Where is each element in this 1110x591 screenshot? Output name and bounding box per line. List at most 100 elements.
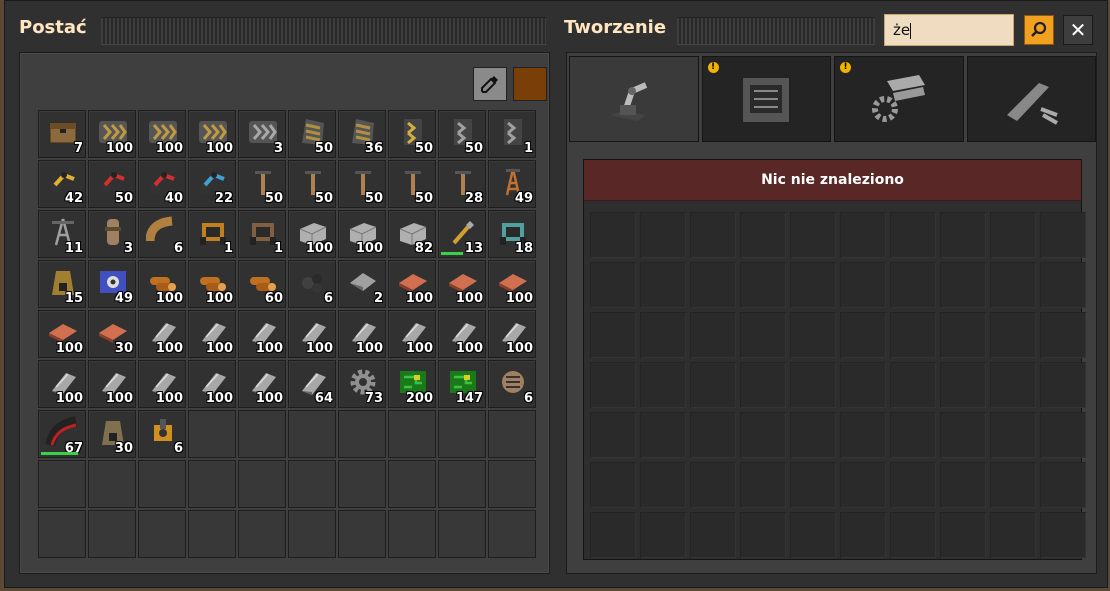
- inventory-slot[interactable]: 1: [188, 210, 236, 258]
- inventory-slot[interactable]: 147: [438, 360, 486, 408]
- inventory-slot[interactable]: 100: [188, 110, 236, 158]
- inventory-slot[interactable]: 100: [188, 360, 236, 408]
- inventory-slot[interactable]: 100: [138, 260, 186, 308]
- inventory-slot-empty[interactable]: [38, 510, 86, 558]
- inventory-slot[interactable]: 50: [288, 110, 336, 158]
- inventory-slot-empty[interactable]: [238, 510, 286, 558]
- inventory-slot[interactable]: 6: [488, 360, 536, 408]
- inventory-slot[interactable]: 100: [88, 110, 136, 158]
- inventory-slot[interactable]: 13: [438, 210, 486, 258]
- inventory-slot-empty[interactable]: [288, 460, 336, 508]
- inventory-slot[interactable]: 1: [238, 210, 286, 258]
- inventory-slot[interactable]: 30: [88, 310, 136, 358]
- inventory-slot[interactable]: 50: [238, 160, 286, 208]
- inventory-slot[interactable]: 100: [388, 310, 436, 358]
- inventory-slot[interactable]: 100: [188, 260, 236, 308]
- inventory-slot[interactable]: 100: [238, 310, 286, 358]
- inventory-slot-empty[interactable]: [288, 510, 336, 558]
- inventory-slot[interactable]: 100: [388, 260, 436, 308]
- inventory-slot[interactable]: 100: [488, 310, 536, 358]
- combat-tab[interactable]: [966, 56, 1096, 142]
- inventory-slot[interactable]: 100: [288, 210, 336, 258]
- inventory-slot[interactable]: 49: [88, 260, 136, 308]
- inventory-slot[interactable]: 42: [38, 160, 86, 208]
- inventory-slot[interactable]: 30: [88, 410, 136, 458]
- inventory-slot-empty[interactable]: [488, 410, 536, 458]
- inventory-slot-empty[interactable]: [438, 410, 486, 458]
- inventory-slot[interactable]: 50: [388, 110, 436, 158]
- inventory-slot[interactable]: 2: [338, 260, 386, 308]
- inventory-slot-empty[interactable]: [138, 460, 186, 508]
- inventory-slot[interactable]: 15: [38, 260, 86, 308]
- inventory-slot-empty[interactable]: [388, 510, 436, 558]
- inventory-slot-empty[interactable]: [338, 510, 386, 558]
- inventory-slot-empty[interactable]: [188, 410, 236, 458]
- inventory-slot[interactable]: 50: [388, 160, 436, 208]
- inventory-slot[interactable]: 82: [388, 210, 436, 258]
- inventory-slot[interactable]: 6: [138, 410, 186, 458]
- search-input[interactable]: że: [884, 14, 1014, 46]
- inventory-slot-empty[interactable]: [88, 510, 136, 558]
- inventory-slot[interactable]: 3: [238, 110, 286, 158]
- inventory-slot-empty[interactable]: [388, 460, 436, 508]
- inventory-slot[interactable]: 22: [188, 160, 236, 208]
- inventory-slot[interactable]: 50: [338, 160, 386, 208]
- inventory-slot-empty[interactable]: [138, 510, 186, 558]
- inventory-slot-empty[interactable]: [238, 410, 286, 458]
- inventory-slot[interactable]: 18: [488, 210, 536, 258]
- inventory-slot-empty[interactable]: [338, 460, 386, 508]
- inventory-slot[interactable]: 6: [138, 210, 186, 258]
- inventory-slot[interactable]: 60: [238, 260, 286, 308]
- inventory-slot-empty[interactable]: [438, 460, 486, 508]
- inventory-slot-empty[interactable]: [188, 510, 236, 558]
- inventory-slot-empty[interactable]: [238, 460, 286, 508]
- inventory-slot-empty[interactable]: [488, 510, 536, 558]
- inventory-slot-empty[interactable]: [438, 510, 486, 558]
- inventory-slot[interactable]: 100: [138, 310, 186, 358]
- logistics-tab[interactable]: [569, 56, 699, 142]
- inventory-slot[interactable]: 49: [488, 160, 536, 208]
- inventory-slot[interactable]: 3: [88, 210, 136, 258]
- search-button[interactable]: [1024, 15, 1054, 45]
- inventory-slot-empty[interactable]: [38, 460, 86, 508]
- intermediate-tab[interactable]: !: [834, 56, 964, 142]
- inventory-slot[interactable]: 100: [488, 260, 536, 308]
- right-drag-handle[interactable]: [677, 17, 875, 45]
- inventory-slot[interactable]: 73: [338, 360, 386, 408]
- inventory-slot-empty[interactable]: [488, 460, 536, 508]
- inventory-slot[interactable]: 100: [138, 110, 186, 158]
- inventory-slot[interactable]: 100: [438, 310, 486, 358]
- inventory-slot[interactable]: 200: [388, 360, 436, 408]
- inventory-slot[interactable]: 100: [188, 310, 236, 358]
- inventory-slot[interactable]: 1: [488, 110, 536, 158]
- inventory-slot[interactable]: 100: [338, 210, 386, 258]
- inventory-slot[interactable]: 50: [438, 110, 486, 158]
- color-swatch[interactable]: [513, 67, 547, 101]
- inventory-slot-empty[interactable]: [338, 410, 386, 458]
- inventory-slot[interactable]: 100: [38, 360, 86, 408]
- inventory-slot[interactable]: 67: [38, 410, 86, 458]
- color-picker-button[interactable]: [473, 67, 507, 101]
- inventory-slot[interactable]: 50: [88, 160, 136, 208]
- inventory-slot-empty[interactable]: [188, 460, 236, 508]
- inventory-slot[interactable]: 36: [338, 110, 386, 158]
- inventory-slot[interactable]: 64: [288, 360, 336, 408]
- inventory-slot[interactable]: 100: [438, 260, 486, 308]
- inventory-slot-empty[interactable]: [288, 410, 336, 458]
- inventory-slot[interactable]: 11: [38, 210, 86, 258]
- inventory-slot[interactable]: 100: [288, 310, 336, 358]
- close-button[interactable]: ✕: [1063, 15, 1093, 45]
- inventory-slot[interactable]: 40: [138, 160, 186, 208]
- inventory-slot[interactable]: 100: [138, 360, 186, 408]
- inventory-slot-empty[interactable]: [388, 410, 436, 458]
- production-tab[interactable]: !: [701, 56, 831, 142]
- inventory-slot[interactable]: 28: [438, 160, 486, 208]
- inventory-slot[interactable]: 6: [288, 260, 336, 308]
- inventory-slot[interactable]: 100: [38, 310, 86, 358]
- inventory-slot[interactable]: 100: [238, 360, 286, 408]
- inventory-slot-empty[interactable]: [88, 460, 136, 508]
- inventory-slot[interactable]: 7: [38, 110, 86, 158]
- inventory-slot[interactable]: 100: [88, 360, 136, 408]
- inventory-slot[interactable]: 50: [288, 160, 336, 208]
- inventory-slot[interactable]: 100: [338, 310, 386, 358]
